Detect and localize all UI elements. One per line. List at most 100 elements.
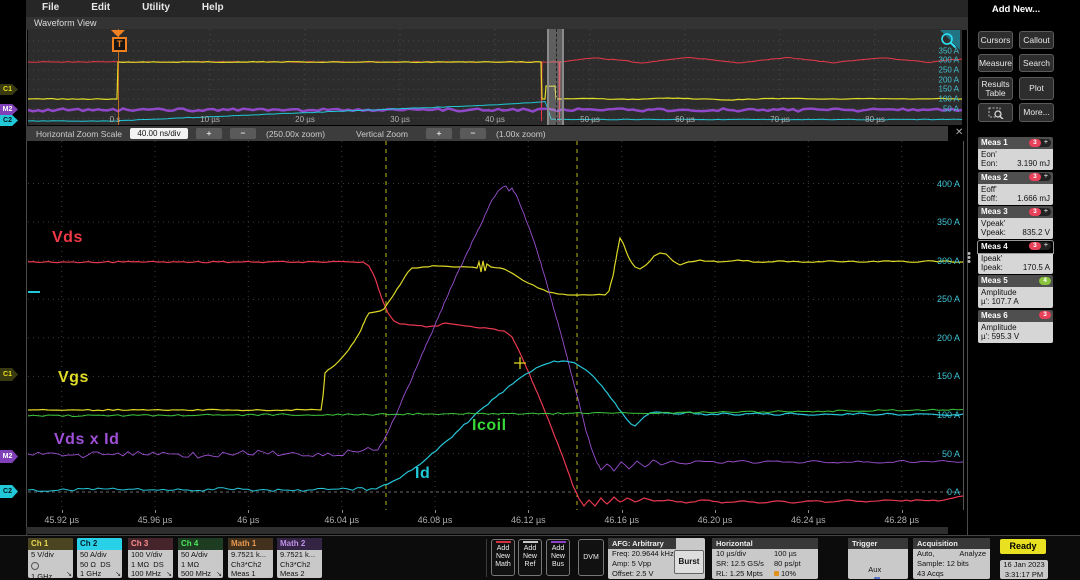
measure-button[interactable]: Measure [978, 54, 1013, 72]
channel-badge-ch4[interactable]: Ch 450 A/div1 MΩ500 MHz↘ [178, 538, 223, 578]
meas-header: Meas 23+ [978, 172, 1053, 184]
meas-card-3[interactable]: Meas 33+Vpeak'Vpeak:835.2 V [978, 206, 1053, 239]
channel-badge-c2[interactable]: C2 [0, 485, 18, 498]
add-new-bus-button[interactable]: AddNewBus [546, 539, 570, 576]
trigger-flag[interactable]: T [112, 37, 127, 52]
plot-scroll-strip[interactable] [26, 527, 948, 534]
v-zoom-minus-button[interactable]: − [460, 128, 486, 139]
channel-setting: 100 V/div [128, 550, 173, 560]
menu-item-edit[interactable]: Edit [75, 0, 126, 13]
add-new-ref-button[interactable]: AddNewRef [518, 539, 542, 576]
channel-badge-math2[interactable]: Math 29.7521 k...Ch3*Ch2Meas 2 [277, 538, 322, 578]
main-time-label: 46.12 µs [511, 515, 546, 525]
plot-button[interactable]: Plot [1019, 77, 1054, 100]
burst-button[interactable]: Burst [674, 550, 704, 574]
meas-add-icon: + [1041, 173, 1051, 181]
v-zoom-factor: (1.00x zoom) [496, 129, 546, 139]
meas-value: 3.190 mJ [1017, 159, 1050, 168]
meas-line2: Ipeak:170.5 A [981, 263, 1050, 272]
meas-header: Meas 33+ [978, 206, 1053, 218]
callout-button[interactable]: Callout [1019, 31, 1054, 49]
acquisition-header: Acquisition [913, 538, 990, 549]
channel-badge-m2[interactable]: M2 [0, 104, 18, 115]
main-waveform-plot[interactable]: 400 A350 A300 A250 A200 A150 A100 A50 A0… [28, 141, 964, 510]
afg-header: AFG: Arbitrary [608, 538, 676, 549]
h-zoom-scale-input[interactable]: 40.00 ns/div [130, 128, 188, 139]
corner-arrow-icon: ↘ [66, 570, 72, 578]
h-zoom-factor: (250.00x zoom) [266, 129, 325, 139]
meas-source-pill: 3+ [1029, 242, 1051, 250]
zoom-window-handle[interactable] [547, 29, 564, 125]
v-zoom-plus-button[interactable]: + [426, 128, 452, 139]
meas-card-6[interactable]: Meas 63Amplitudeµ': 595.3 V [978, 310, 1053, 343]
date-label: 16 Jan 2023 [1000, 560, 1048, 570]
bottom-bar: Ch 15 V/div1 GHz↘Ch 250 A/div50 Ω DS1 GH… [0, 535, 1080, 580]
cursors-button[interactable]: Cursors [978, 31, 1013, 49]
horizontal-setting: RL: 1.25 Mpts10% [712, 569, 818, 579]
meas-line2: µ': 595.3 V [981, 332, 1050, 341]
results-table-button[interactable]: Results Table [978, 77, 1013, 100]
more-button[interactable]: More... [1019, 103, 1054, 122]
main-time-label: 46.08 µs [418, 515, 453, 525]
meas-line2: Vpeak:835.2 V [981, 228, 1050, 237]
waveform-view-title: Waveform View [34, 18, 97, 28]
channel-setting: 1 MΩ [178, 560, 223, 570]
add-new-math-button[interactable]: AddNewMath [491, 539, 515, 576]
channel-badge-ch2[interactable]: Ch 250 A/div50 Ω DS1 GHz↘ [77, 538, 122, 578]
search-button[interactable]: Search [1019, 54, 1054, 72]
axis-tick [902, 510, 903, 513]
meas-source-badge: 3 [1029, 242, 1041, 250]
h-zoom-minus-button[interactable]: − [230, 128, 256, 139]
meas-card-4[interactable]: Meas 43+Ipeak'Ipeak:170.5 A [978, 241, 1053, 274]
channel-badge-math1[interactable]: Math 19.7521 k...Ch3*Ch2Meas 1 [228, 538, 273, 578]
channel-badge-ch3[interactable]: Ch 3100 V/div1 MΩ DS100 MHz↘ [128, 538, 173, 578]
overview-amp-label: 200 A [939, 75, 959, 84]
meas-header: Meas 63 [978, 310, 1053, 322]
zoom-area-button[interactable] [978, 103, 1013, 122]
axis-tick [155, 510, 156, 513]
meas-source-pill: 3+ [1029, 139, 1051, 147]
axis-tick [342, 510, 343, 513]
meas-card-2[interactable]: Meas 23+Eoff'Eoff:1.666 mJ [978, 172, 1053, 205]
add-new-title: Add New... [975, 4, 1057, 15]
meas-card-5[interactable]: Meas 54Amplitudeµ': 107.7 A [978, 275, 1053, 308]
close-icon[interactable]: ✕ [955, 127, 963, 138]
afg-panel[interactable]: AFG: Arbitrary Freq: 20.9644 kHzAmp: 5 V… [608, 538, 705, 579]
meas-label: Eon: [981, 159, 997, 168]
axis-tick [808, 510, 809, 513]
axis-tick [528, 510, 529, 513]
channel-badge-c1[interactable]: C1 [0, 84, 18, 95]
menu-item-file[interactable]: File [26, 0, 75, 13]
channel-badge-m2[interactable]: M2 [0, 450, 18, 463]
channel-setting: Ch3*Ch2 [228, 560, 273, 570]
ref-color-line [551, 541, 566, 543]
zoom-scale-bar: Horizontal Zoom Scale 40.00 ns/div + − (… [26, 126, 948, 141]
horiz-col1: RL: 1.25 Mpts [716, 569, 763, 578]
meas-source-pill: 3+ [1029, 208, 1051, 216]
acq-mode: Auto, [917, 549, 935, 558]
dvm-button[interactable]: DVM [578, 539, 604, 576]
horiz-col1: 10 µs/div [716, 549, 746, 558]
main-time-label: 46 µs [237, 515, 259, 525]
dvm-label: DVM [579, 554, 603, 562]
menu-item-help[interactable]: Help [186, 0, 240, 13]
corner-arrow-icon: ↘ [216, 570, 222, 578]
meas-card-1[interactable]: Meas 13+Eon'Eon:3.190 mJ [978, 137, 1053, 170]
zoom-area-icon [988, 107, 1004, 119]
channel-badge-c2[interactable]: C2 [0, 115, 18, 126]
acquisition-panel[interactable]: Acquisition Auto,Analyze Sample: 12 bits… [913, 538, 990, 579]
channel-badge-ch1[interactable]: Ch 15 V/div1 GHz↘ [28, 538, 73, 578]
overview-time-label: 50 µs [580, 115, 600, 124]
panel-divider-handle[interactable]: ••• [963, 252, 975, 264]
overview-plot[interactable]: 0 s10 µs20 µs30 µs40 µs50 µs60 µs70 µs80… [28, 29, 962, 125]
meas-line2: µ': 107.7 A [981, 297, 1050, 306]
main-amp-label: 200 A [937, 333, 960, 343]
h-zoom-plus-button[interactable]: + [196, 128, 222, 139]
menu-item-utility[interactable]: Utility [126, 0, 186, 13]
horizontal-panel[interactable]: Horizontal 10 µs/div100 µsSR: 12.5 GS/s8… [712, 538, 818, 579]
trace-label-vds-x-id: Vds x Id [54, 431, 119, 449]
meas-source-badge: 3 [1029, 173, 1041, 181]
channel-badge-c1[interactable]: C1 [0, 368, 18, 381]
trigger-panel[interactable]: Trigger Aux 200 mV [848, 538, 908, 579]
main-time-label: 45.96 µs [138, 515, 173, 525]
